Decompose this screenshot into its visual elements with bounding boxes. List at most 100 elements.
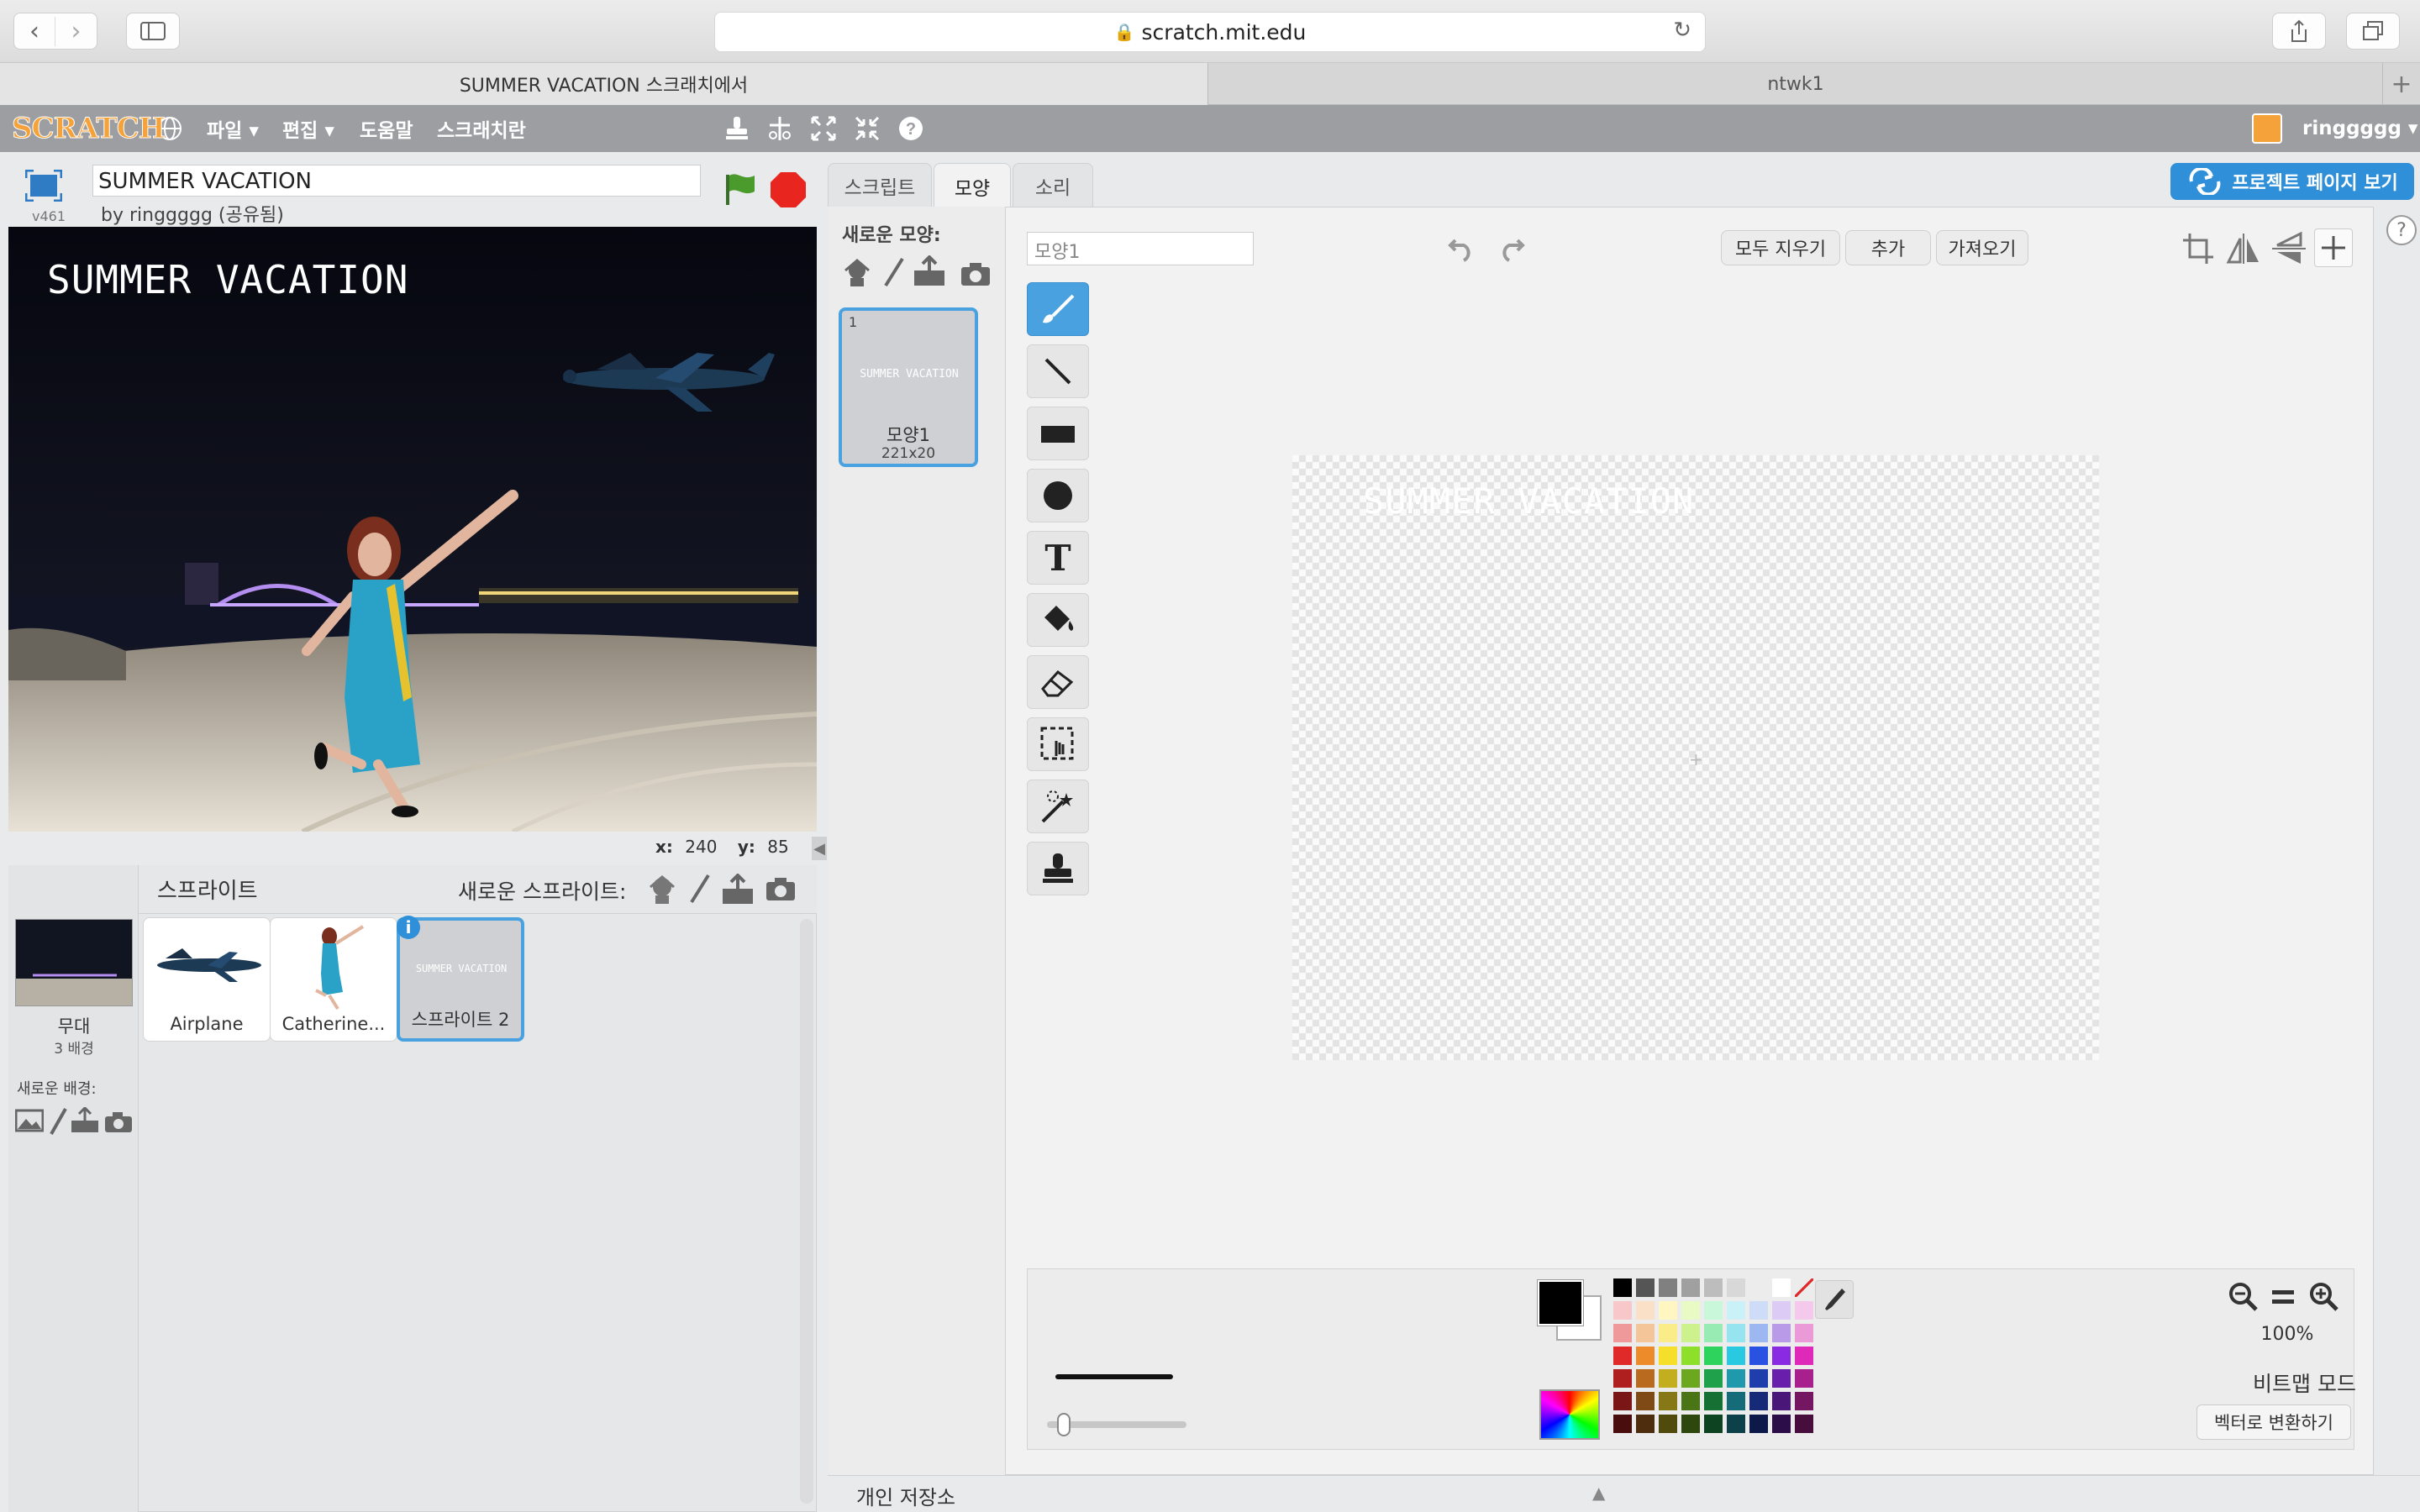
palette-swatch[interactable] (1659, 1324, 1677, 1342)
palette-swatch[interactable] (1749, 1392, 1768, 1410)
tab-summer-vacation[interactable]: SUMMER VACATION 스크래치에서 (0, 63, 1208, 105)
duplicate-stamp-icon[interactable] (724, 115, 750, 142)
palette-swatch[interactable] (1636, 1392, 1655, 1410)
costume-thumb-selected[interactable]: 1 SUMMER VACATION 모양1 221x20 (839, 307, 978, 467)
menu-file[interactable]: 파일 ▾ (207, 105, 259, 152)
zoom-reset-icon[interactable] (2270, 1285, 2296, 1309)
help-icon[interactable]: ? (2386, 215, 2417, 245)
primary-color-swatch[interactable] (1538, 1280, 1583, 1326)
palette-swatch[interactable] (1681, 1278, 1700, 1297)
stop-sign-icon[interactable] (770, 171, 807, 208)
palette-swatch[interactable] (1636, 1324, 1655, 1342)
palette-swatch[interactable] (1727, 1392, 1745, 1410)
palette-swatch[interactable] (1795, 1278, 1813, 1297)
sprite-info-icon[interactable]: i (397, 916, 420, 939)
palette-swatch[interactable] (1704, 1278, 1723, 1297)
backpack-expand-icon[interactable]: ▲ (1592, 1483, 1605, 1503)
palette-swatch[interactable] (1613, 1392, 1632, 1410)
menu-edit[interactable]: 편집 ▾ (282, 105, 334, 152)
text-tool[interactable]: T (1027, 531, 1089, 585)
paint-canvas[interactable]: SUMMER VACATION + (1292, 455, 2099, 1060)
tabs-overview-button[interactable] (2346, 13, 2400, 50)
brush-size-slider-handle[interactable] (1057, 1413, 1071, 1436)
palette-swatch[interactable] (1704, 1301, 1723, 1320)
palette-swatch[interactable] (1749, 1369, 1768, 1388)
backpack-bar[interactable]: 개인 저장소 ▲ (828, 1475, 2420, 1512)
redo-icon[interactable] (1496, 234, 1526, 262)
palette-swatch[interactable] (1772, 1278, 1791, 1297)
stamp-tool[interactable] (1027, 842, 1089, 895)
sprite-thumb-airplane[interactable]: Airplane (143, 917, 271, 1042)
share-button[interactable] (2272, 13, 2326, 50)
palette-swatch[interactable] (1613, 1347, 1632, 1365)
clear-button[interactable]: 모두 지우기 (1721, 230, 1840, 265)
paint-costume-icon[interactable] (881, 257, 906, 289)
tab-ntwk1[interactable]: ntwk1 (1209, 63, 2382, 105)
stage-collapse-toggle[interactable]: ◀ (812, 837, 827, 860)
palette-swatch[interactable] (1772, 1324, 1791, 1342)
palette-swatch[interactable] (1613, 1415, 1632, 1433)
palette-swatch[interactable] (1727, 1347, 1745, 1365)
tab-costumes[interactable]: 모양 (934, 163, 1011, 208)
camera-sprite-icon[interactable] (765, 875, 797, 902)
palette-swatch[interactable] (1727, 1369, 1745, 1388)
backdrop-library-icon[interactable] (15, 1109, 44, 1132)
palette-swatch[interactable] (1681, 1415, 1700, 1433)
palette-swatch[interactable] (1727, 1415, 1745, 1433)
rectangle-tool[interactable] (1027, 407, 1089, 460)
green-flag-icon[interactable] (723, 171, 758, 207)
user-avatar[interactable] (2252, 113, 2282, 144)
paint-backdrop-icon[interactable] (49, 1107, 67, 1136)
palette-swatch[interactable] (1659, 1278, 1677, 1297)
fullscreen-icon[interactable] (25, 170, 62, 202)
crop-icon[interactable] (2181, 232, 2215, 265)
sprite-thumb-catherine[interactable]: Catherine... (270, 917, 397, 1042)
grow-icon[interactable] (810, 115, 837, 142)
stage-thumbnail[interactable] (15, 919, 133, 1006)
reload-icon[interactable]: ↻ (1673, 18, 1691, 43)
upload-costume-icon[interactable] (913, 255, 946, 287)
sprites-scrollbar[interactable] (800, 919, 813, 1504)
select-tool[interactable] (1027, 717, 1089, 771)
palette-swatch[interactable] (1636, 1301, 1655, 1320)
upload-backdrop-icon[interactable] (71, 1107, 99, 1134)
remove-background-tool[interactable] (1027, 780, 1089, 833)
palette-swatch[interactable] (1795, 1392, 1813, 1410)
delete-scissors-icon[interactable] (766, 115, 793, 142)
eraser-tool[interactable] (1027, 655, 1089, 709)
palette-swatch[interactable] (1659, 1369, 1677, 1388)
palette-swatch[interactable] (1636, 1278, 1655, 1297)
convert-to-vector-button[interactable]: 벡터로 변환하기 (2196, 1404, 2351, 1440)
palette-swatch[interactable] (1681, 1347, 1700, 1365)
palette-swatch[interactable] (1704, 1369, 1723, 1388)
palette-swatch[interactable] (1795, 1347, 1813, 1365)
palette-swatch[interactable] (1795, 1301, 1813, 1320)
menu-about[interactable]: 스크래치란 (437, 105, 526, 152)
line-tool[interactable] (1027, 344, 1089, 398)
palette-swatch[interactable] (1772, 1347, 1791, 1365)
block-help-icon[interactable]: ? (897, 115, 924, 142)
palette-swatch[interactable] (1772, 1415, 1791, 1433)
palette-swatch[interactable] (1704, 1324, 1723, 1342)
sprite-library-icon[interactable] (647, 874, 677, 906)
palette-swatch[interactable] (1704, 1347, 1723, 1365)
palette-swatch[interactable] (1727, 1324, 1745, 1342)
palette-swatch[interactable] (1681, 1369, 1700, 1388)
palette-swatch[interactable] (1613, 1301, 1632, 1320)
paint-sprite-icon[interactable] (687, 874, 712, 906)
palette-swatch[interactable] (1749, 1415, 1768, 1433)
camera-backdrop-icon[interactable] (104, 1110, 133, 1134)
costume-name-input[interactable]: 모양1 (1027, 232, 1254, 265)
color-picker-wheel[interactable] (1539, 1389, 1600, 1440)
fill-tool[interactable] (1027, 593, 1089, 647)
flip-horizontal-icon[interactable] (2225, 232, 2262, 265)
palette-swatch[interactable] (1659, 1415, 1677, 1433)
palette-swatch[interactable] (1636, 1415, 1655, 1433)
sidebar-toggle-button[interactable] (126, 13, 180, 50)
zoom-out-icon[interactable] (2228, 1282, 2259, 1312)
palette-swatch[interactable] (1636, 1347, 1655, 1365)
stage-canvas[interactable]: SUMMER VACATION (8, 227, 817, 832)
palette-swatch[interactable] (1704, 1392, 1723, 1410)
palette-swatch[interactable] (1681, 1324, 1700, 1342)
scratch-logo[interactable]: SCRATCH (12, 112, 166, 146)
